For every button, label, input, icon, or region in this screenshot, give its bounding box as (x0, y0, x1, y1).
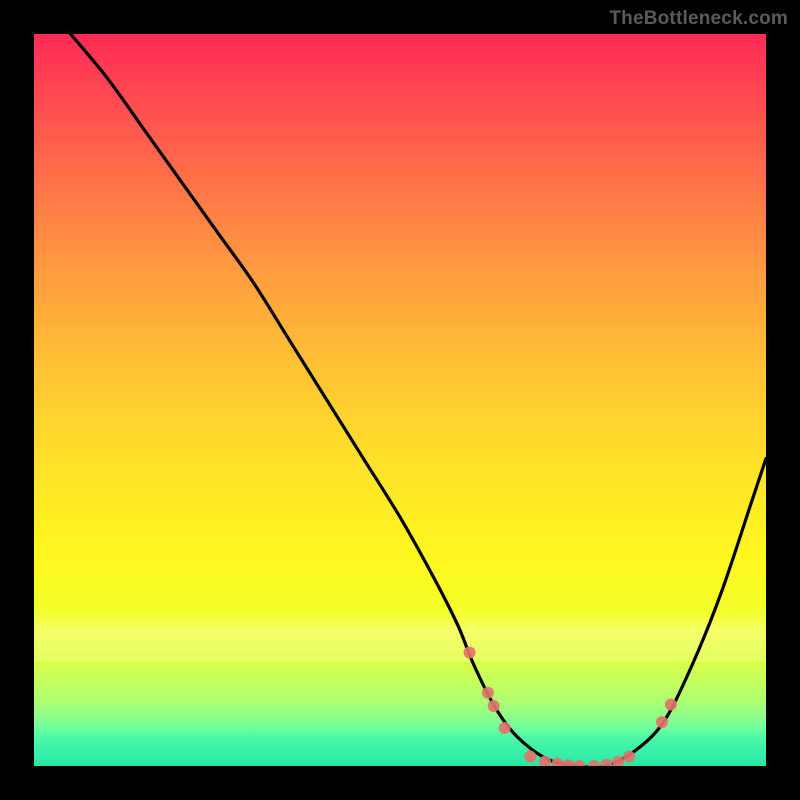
data-point-marker (562, 759, 574, 766)
bottleneck-curve-path (71, 34, 766, 766)
attribution-label: TheBottleneck.com (609, 8, 788, 30)
data-point-marker (612, 756, 624, 766)
data-point-marker (588, 760, 600, 766)
marker-group (464, 647, 677, 766)
data-point-marker (464, 647, 476, 659)
data-point-marker (573, 760, 585, 766)
data-point-marker (488, 700, 500, 712)
data-point-marker (656, 716, 668, 728)
curve-group (71, 34, 766, 766)
data-point-marker (665, 699, 677, 711)
data-point-marker (551, 758, 563, 766)
data-point-marker (482, 687, 494, 699)
data-point-marker (499, 722, 511, 734)
data-point-marker (524, 750, 536, 762)
data-point-marker (600, 759, 612, 766)
data-point-marker (623, 750, 635, 762)
bottleneck-curve-svg (34, 34, 766, 766)
chart-plot-area (34, 34, 766, 766)
